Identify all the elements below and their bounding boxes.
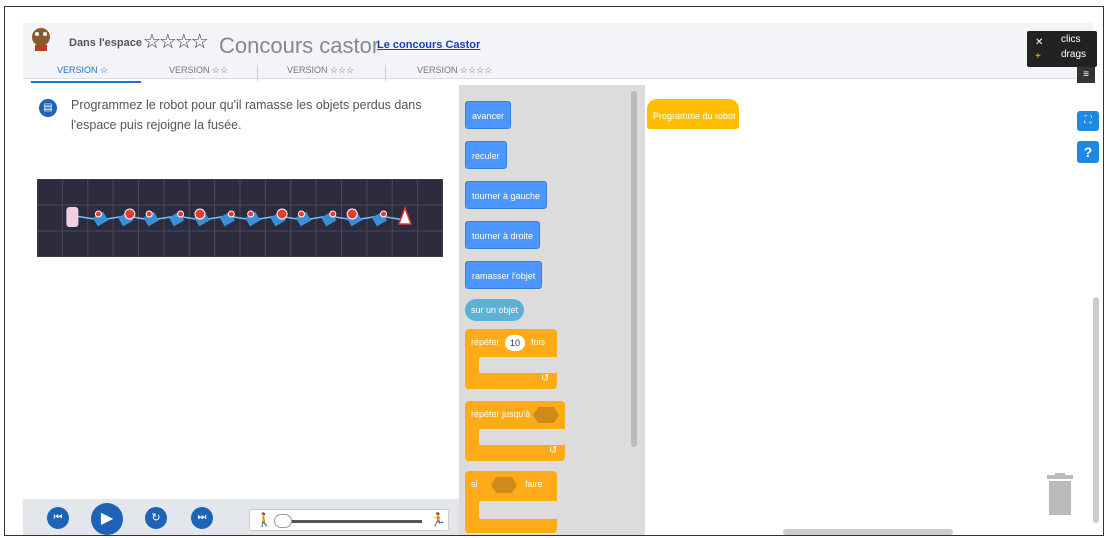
speed-track <box>282 520 422 523</box>
object-marker <box>297 210 305 218</box>
if-suffix: faire <box>525 479 543 489</box>
block-repeter-jusqua[interactable]: répéter jusqu'à ↺ <box>465 401 565 461</box>
object-marker <box>194 208 206 220</box>
repeat-count[interactable]: 10 <box>505 335 525 351</box>
task-title: Dans l'espace <box>69 37 142 49</box>
space-grid <box>37 179 443 257</box>
clics-label: clics <box>1061 34 1081 45</box>
block-tourner-droite[interactable]: tourner à droite <box>465 221 541 249</box>
step-button[interactable]: ↻ <box>145 507 167 529</box>
workspace-horizontal-scrollbar[interactable] <box>783 529 953 535</box>
block-reculer[interactable]: reculer <box>465 141 507 169</box>
object-marker <box>380 210 388 218</box>
workspace-vertical-scrollbar[interactable] <box>1093 297 1099 523</box>
object-marker <box>247 210 255 218</box>
app-frame: Dans l'espace ☆☆☆☆ Concours castor Le co… <box>4 6 1104 536</box>
object-marker <box>346 208 358 220</box>
if-slot <box>479 501 557 519</box>
contest-link[interactable]: Le concours Castor <box>377 39 480 51</box>
tab-version-3[interactable]: VERSION ☆☆☆ <box>287 65 354 76</box>
robot-icon <box>66 207 79 227</box>
program-start-block[interactable]: Programme du robot <box>647 99 739 129</box>
condition-slot[interactable] <box>491 477 517 493</box>
drags-label: drags <box>1061 49 1087 60</box>
instruction-icon: ▤ <box>39 99 57 117</box>
loop-arrow-icon: ↺ <box>541 373 550 384</box>
block-ramasser-objet[interactable]: ramasser l'objet <box>465 261 543 289</box>
play-button[interactable]: ▶ <box>91 503 123 535</box>
tab-separator <box>257 65 258 81</box>
block-si[interactable]: si faire <box>465 471 557 533</box>
block-tourner-gauche[interactable]: tourner à gauche <box>465 181 548 209</box>
grid-canvas <box>37 179 443 257</box>
fullscreen-button[interactable]: ⛶ <box>1077 111 1099 131</box>
repeat-slot <box>479 357 557 373</box>
object-marker <box>227 210 235 218</box>
repeat-until-label: répéter jusqu'à <box>471 409 531 419</box>
speed-knob[interactable] <box>274 514 292 528</box>
block-repeter[interactable]: répéter 10 fois ↺ <box>465 329 557 389</box>
contest-title: Concours castor <box>219 33 380 58</box>
if-label: si <box>471 479 478 489</box>
rocket-icon <box>397 205 413 225</box>
repeat-suffix: fois <box>531 337 546 347</box>
object-marker <box>177 210 185 218</box>
block-avancer[interactable]: avancer <box>465 101 512 129</box>
tab-version-1[interactable]: VERSION ☆ <box>57 65 108 76</box>
speed-slider[interactable]: 🚶 🏃 <box>249 509 449 531</box>
repeat-until-slot <box>479 429 565 445</box>
object-marker <box>276 208 288 220</box>
object-marker <box>329 210 337 218</box>
fast-forward-button[interactable]: ⏭ <box>191 507 213 529</box>
menu-button[interactable]: ≡ <box>1077 67 1095 83</box>
walk-slow-icon: 🚶 <box>256 512 273 527</box>
object-marker <box>145 210 153 218</box>
tab-version-2[interactable]: VERSION ☆☆ <box>169 65 228 76</box>
difficulty-stars: ☆☆☆☆ <box>143 31 209 53</box>
task-instruction: Programmez le robot pour qu'il ramasse l… <box>71 98 422 132</box>
castor-logo-icon <box>32 28 50 51</box>
object-marker <box>124 208 136 220</box>
tab-version-4[interactable]: VERSION ☆☆☆☆ <box>417 65 492 76</box>
trash-icon[interactable] <box>1045 473 1075 515</box>
object-marker <box>94 210 102 218</box>
rewind-button[interactable]: ⏮ <box>47 507 69 529</box>
click-drag-counter: ✕ clics + drags <box>1027 31 1097 67</box>
palette-scrollbar[interactable] <box>631 91 637 447</box>
tab-separator <box>385 65 386 81</box>
program-workspace[interactable]: Programme du robot <box>645 85 1093 535</box>
run-fast-icon: 🏃 <box>430 512 447 527</box>
task-panel: ▤ Programmez le robot pour qu'il ramasse… <box>23 85 451 505</box>
condition-slot[interactable] <box>533 407 559 423</box>
playback-controls: ⏮ ▶ ↻ ⏭ 🚶 🏃 <box>23 499 461 535</box>
block-sur-un-objet[interactable]: sur un objet <box>465 299 525 321</box>
help-button[interactable]: ? <box>1077 141 1099 163</box>
plus-icon: + <box>1035 51 1041 62</box>
repeat-label: répéter <box>471 337 500 347</box>
loop-arrow-icon: ↺ <box>549 445 558 456</box>
active-tab-indicator <box>31 81 141 83</box>
task-header: Dans l'espace ☆☆☆☆ Concours castor Le co… <box>23 23 1093 83</box>
block-palette: avancer reculer tourner à gauche tourner… <box>459 85 645 535</box>
close-icon: ✕ <box>1035 37 1044 48</box>
